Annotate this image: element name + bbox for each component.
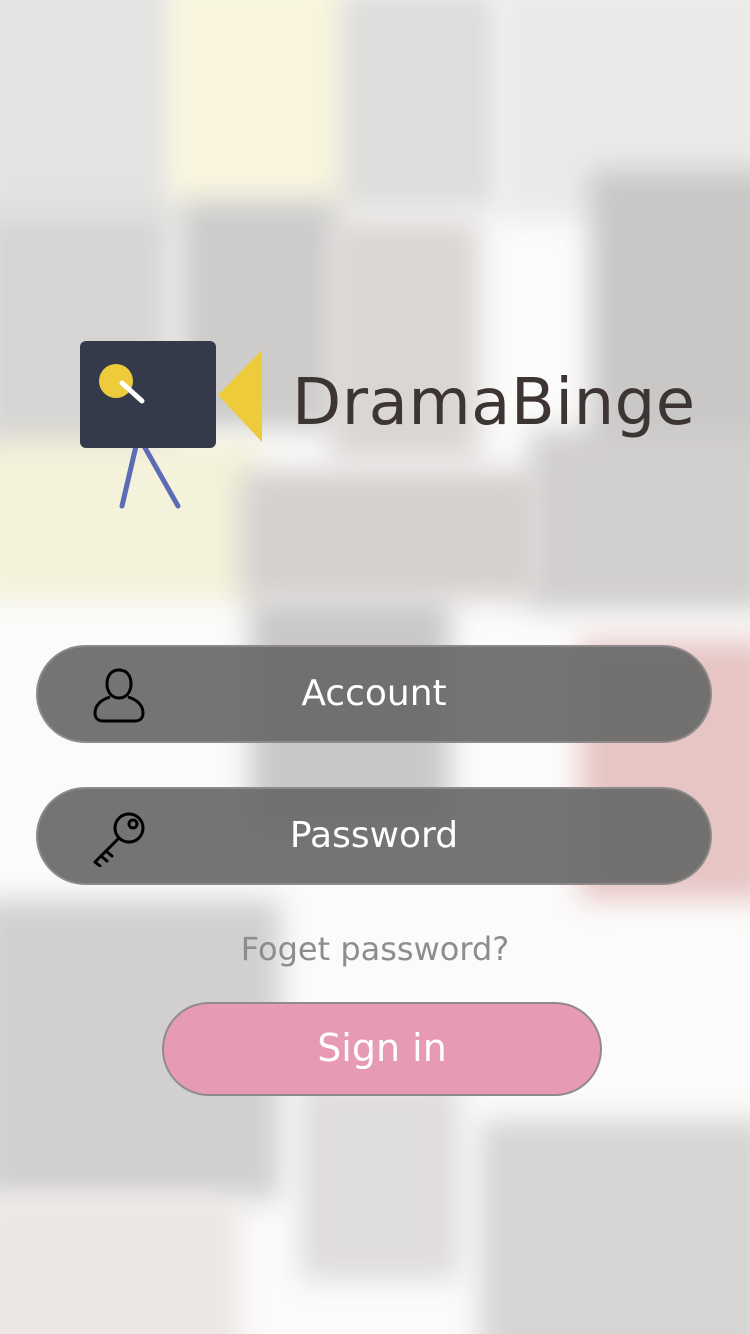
account-field[interactable]: Account [36, 645, 712, 743]
app-name: DramaBinge [292, 366, 696, 440]
app-logo: DramaBinge [78, 338, 695, 513]
video-camera-logo-icon [80, 341, 262, 509]
account-input[interactable]: Account [38, 647, 710, 741]
password-input[interactable]: Password [38, 789, 710, 883]
sign-in-button[interactable]: Sign in [162, 1002, 602, 1096]
password-field[interactable]: Password [36, 787, 712, 885]
forgot-password-link[interactable]: Foget password? [0, 930, 750, 968]
